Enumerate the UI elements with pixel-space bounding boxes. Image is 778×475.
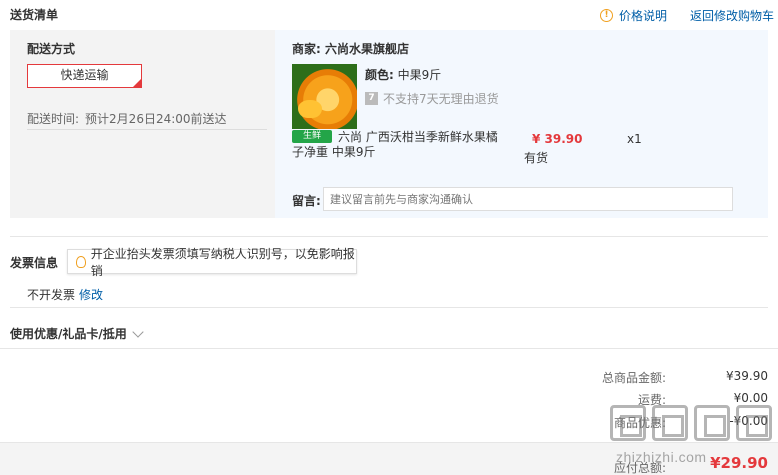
price-note-link[interactable]: ! 价格说明	[600, 7, 667, 24]
watermark-logo	[610, 405, 772, 441]
summary-value-subtotal: ¥39.90	[726, 369, 768, 383]
product-price: ¥ 39.90	[532, 132, 583, 146]
message-label: 留言:	[292, 194, 321, 208]
divider	[10, 307, 768, 308]
divider	[10, 236, 768, 237]
stock-status: 有货	[524, 151, 549, 165]
watermark-glyph	[694, 405, 730, 441]
shipping-method-panel: 配送方式 快递运输 配送时间: 预计2月26日24:00前送达	[10, 30, 275, 218]
warning-icon: !	[600, 9, 613, 22]
price-note-label: 价格说明	[619, 9, 668, 23]
back-to-cart-link[interactable]: 返回修改购物车	[690, 7, 774, 24]
divider	[27, 129, 267, 130]
merchant-value: 六尚水果旗舰店	[325, 42, 410, 56]
invoice-state-text: 不开发票	[27, 288, 76, 302]
summary-value-shipping: ¥0.00	[733, 391, 768, 405]
shipping-method-button[interactable]: 快递运输	[27, 64, 142, 88]
message-input[interactable]	[323, 187, 733, 211]
invoice-tooltip: 开企业抬头发票须填写纳税人识别号，以免影响报销	[67, 247, 357, 278]
watermark-glyph	[652, 405, 688, 441]
payable-value: ¥29.90	[710, 454, 768, 472]
selected-corner-icon	[133, 79, 141, 87]
invoice-title: 发票信息	[10, 256, 59, 270]
chevron-down-icon	[132, 325, 144, 338]
shipping-method-text: 快递运输	[60, 68, 109, 82]
fresh-badge: 生鲜	[292, 130, 332, 143]
invoice-edit-link[interactable]: 修改	[79, 286, 103, 303]
merchant-label: 商家:	[292, 42, 321, 56]
shipping-method-label: 配送方式	[27, 42, 76, 56]
no-return-policy: 7 不支持7天无理由退货	[365, 90, 499, 107]
bulb-icon	[76, 255, 86, 268]
product-image[interactable]	[292, 64, 357, 129]
product-quantity: x1	[627, 132, 642, 146]
product-color: 颜色: 中果9斤	[365, 66, 441, 83]
invoice-state: 不开发票 修改	[27, 286, 103, 303]
color-value: 中果9斤	[397, 68, 442, 82]
coupon-toggle[interactable]: 使用优惠/礼品卡/抵用	[10, 325, 144, 342]
summary-label-subtotal: 总商品金额:	[601, 371, 666, 385]
merchant-panel: 商家: 六尚水果旗舰店 颜色: 中果9斤 7 不支持7天无理由退货 六尚 广西沃…	[275, 30, 768, 218]
shipping-time: 配送时间: 预计2月26日24:00前送达	[27, 110, 227, 127]
shipping-time-label: 配送时间:	[27, 112, 80, 126]
watermark-glyph	[736, 405, 772, 441]
merchant-name: 商家: 六尚水果旗舰店	[292, 40, 409, 57]
coupon-label: 使用优惠/礼品卡/抵用	[10, 327, 127, 341]
page-title: 送货清单	[10, 8, 59, 22]
return-policy-icon: 7	[365, 92, 378, 105]
shipping-box: 配送方式 快递运输 配送时间: 预计2月26日24:00前送达 商家: 六尚水果…	[10, 30, 768, 218]
shipping-time-value: 预计2月26日24:00前送达	[85, 112, 227, 126]
no-return-text: 不支持7天无理由退货	[383, 92, 499, 106]
orange-wedge-icon	[298, 100, 322, 118]
color-label: 颜色:	[365, 68, 394, 82]
divider	[0, 348, 778, 349]
invoice-tip-text: 开企业抬头发票须填写纳税人识别号，以免影响报销	[90, 246, 355, 278]
watermark-glyph	[610, 405, 646, 441]
watermark-text: zhizhizhi.com	[616, 449, 707, 465]
